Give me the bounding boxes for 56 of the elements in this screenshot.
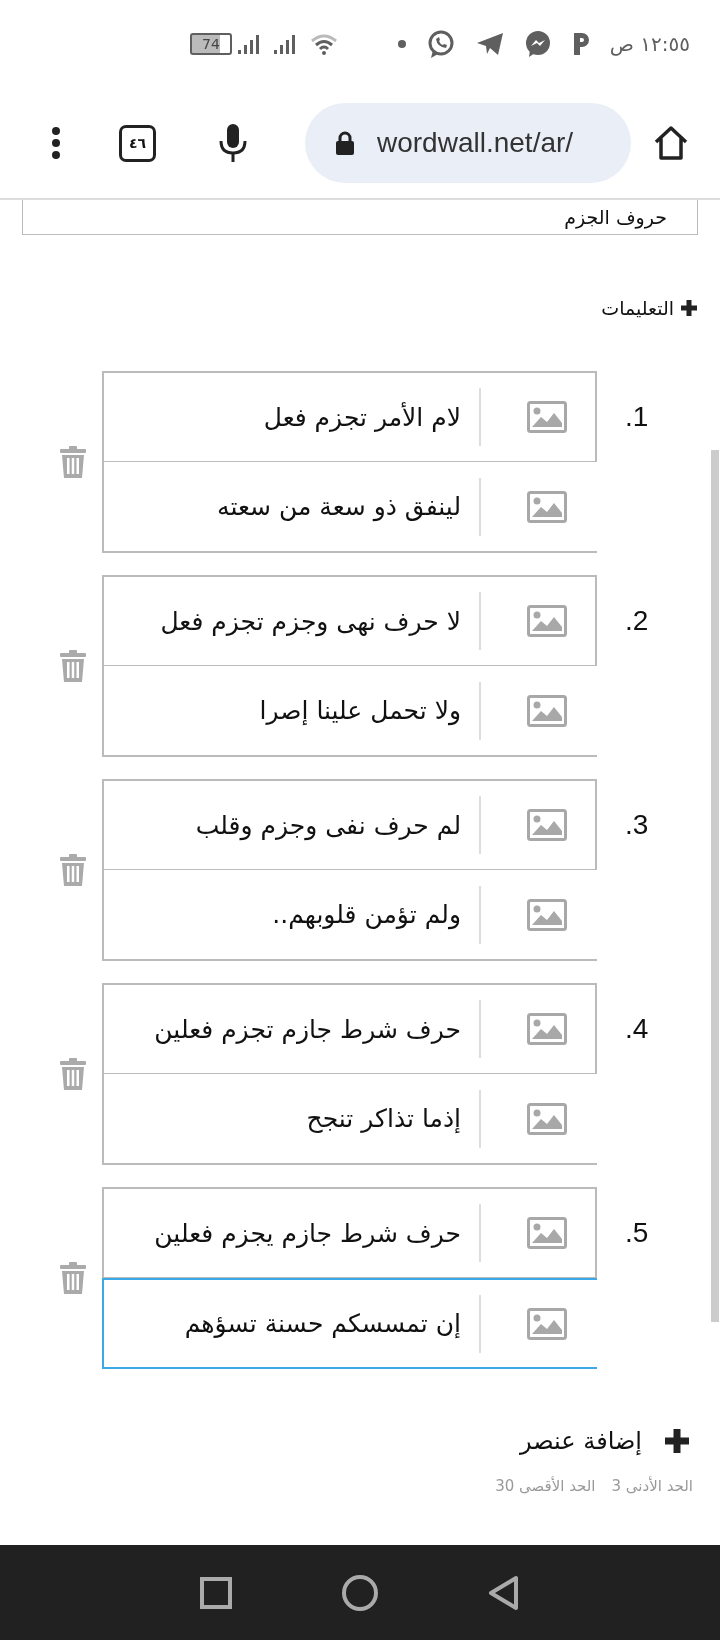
scrollbar[interactable] [711, 450, 719, 1322]
min-limit-text: الحد الأدنى 3 [611, 1477, 693, 1495]
battery-level: 74 [202, 37, 220, 51]
question-field[interactable]: لا حرف نهى وجزم تجزم فعل [102, 575, 597, 666]
square-icon[interactable] [199, 1576, 232, 1609]
tab-count-button[interactable]: ٤٦ [119, 124, 156, 162]
lock-icon [335, 131, 355, 155]
answer-field[interactable]: لينفق ذو سعة من سعته [102, 462, 597, 553]
image-icon[interactable] [527, 809, 567, 841]
image-icon[interactable] [527, 490, 567, 523]
item-number: 5. [625, 1217, 650, 1249]
answer-field[interactable]: إذما تذاكر تنجح [102, 1074, 597, 1165]
triangle-icon[interactable] [488, 1574, 521, 1611]
image-icon[interactable] [527, 605, 567, 637]
item-number: 2. [625, 605, 650, 637]
question-field[interactable]: لم حرف نفى وجزم وقلب [102, 779, 597, 870]
address-bar[interactable]: wordwall.net/ar/ [305, 103, 631, 183]
title-field[interactable]: حروف الجزم [22, 200, 698, 235]
title-text: حروف الجزم [564, 207, 667, 227]
item-number: 4. [625, 1013, 650, 1045]
image-icon[interactable] [527, 898, 567, 931]
trash-icon[interactable] [60, 854, 86, 886]
image-icon[interactable] [527, 1307, 567, 1340]
menu-icon[interactable] [51, 126, 61, 160]
image-icon[interactable] [527, 401, 567, 433]
plus-icon [664, 1428, 690, 1454]
home-icon[interactable] [653, 125, 689, 161]
item-number: 3. [625, 809, 650, 841]
trash-icon[interactable] [60, 446, 86, 478]
plus-icon [680, 299, 698, 317]
image-icon[interactable] [527, 1217, 567, 1249]
url-text: wordwall.net/ar/ [377, 127, 574, 159]
image-icon[interactable] [527, 1102, 567, 1135]
clock-time: ١٢:٥٥ ص [609, 32, 690, 56]
paper-plane-icon [475, 32, 504, 56]
answer-field[interactable]: ولم تؤمن قلوبهم.. [102, 870, 597, 961]
max-limit-text: الحد الأقصى 30 [495, 1477, 596, 1495]
image-icon[interactable] [527, 1013, 567, 1045]
trash-icon[interactable] [60, 1262, 86, 1294]
letter-p-shape-icon [571, 31, 590, 57]
image-icon[interactable] [527, 694, 567, 727]
question-field[interactable]: حرف شرط جازم يجزم فعلين [102, 1187, 597, 1278]
answer-field[interactable]: ولا تحمل علينا إصرا [102, 666, 597, 757]
wifi-icon [310, 33, 338, 55]
question-field[interactable]: حرف شرط جازم تجزم فعلين [102, 983, 597, 1074]
answer-field[interactable]: إن تمسسكم حسنة تسؤهم [102, 1278, 597, 1369]
trash-icon[interactable] [60, 1058, 86, 1090]
item-number: 1. [625, 401, 650, 433]
trash-icon[interactable] [60, 650, 86, 682]
instructions-button[interactable]: التعليمات [601, 297, 698, 319]
chat-bubble-icon [523, 30, 552, 58]
add-item-button[interactable]: إضافة عنصر [520, 1427, 690, 1455]
question-field[interactable]: لام الأمر تجزم فعل [102, 371, 597, 462]
microphone-icon[interactable] [218, 123, 248, 163]
dot-icon [397, 40, 406, 48]
circle-icon[interactable] [341, 1573, 379, 1612]
